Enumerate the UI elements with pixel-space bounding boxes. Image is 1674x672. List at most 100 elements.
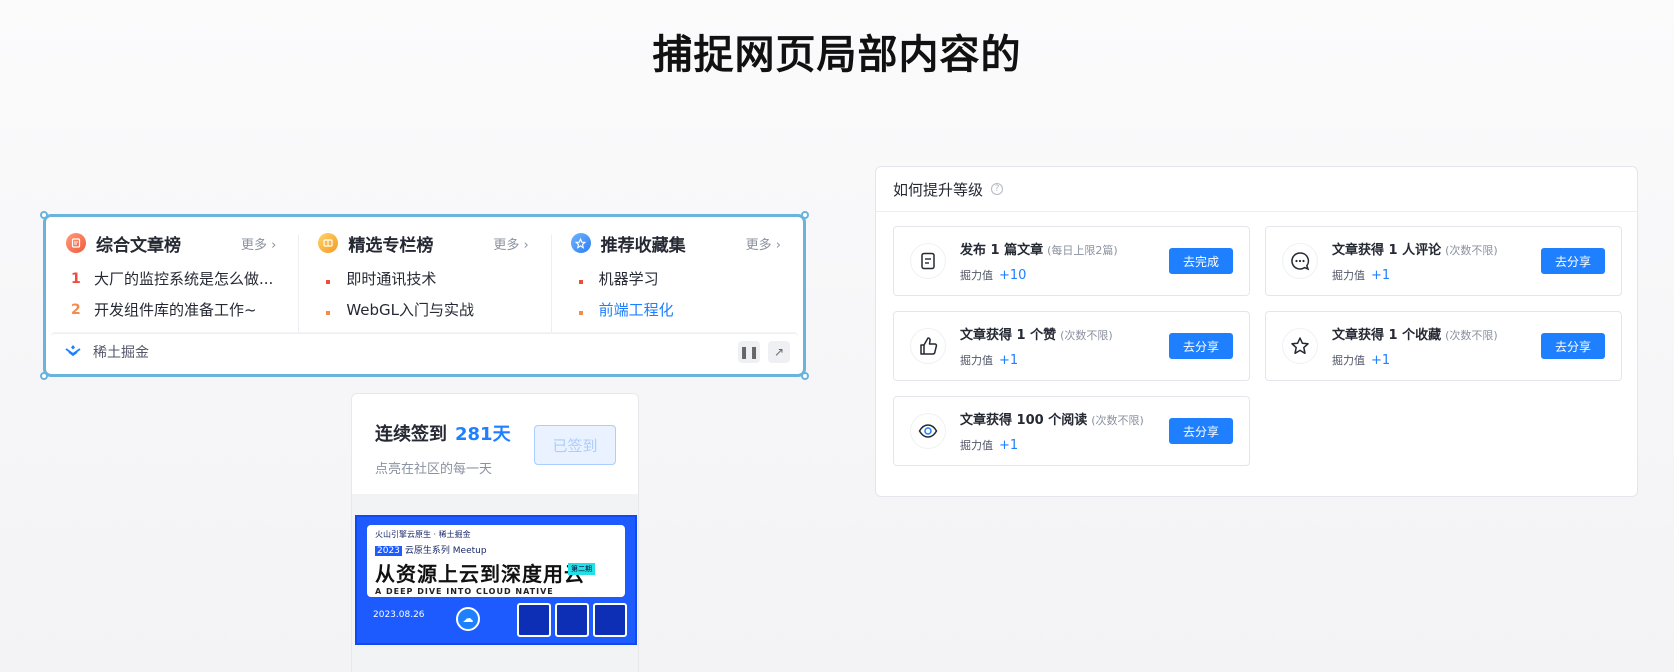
external-arrow-icon: ↗ bbox=[773, 344, 785, 359]
task-points: +10 bbox=[999, 268, 1027, 283]
task-card: 文章获得 1 人评论 (次数不限) 掘力值 +1 去分享 bbox=[1265, 226, 1622, 296]
rank-widget-selection[interactable]: 综合文章榜 更多 › 1 大厂的监控系统是怎么做... 2 开发组件库的准备工作… bbox=[40, 211, 809, 380]
level-panel-title: 如何提升等级 bbox=[893, 180, 984, 199]
rank-column-collections: 推荐收藏集 更多 › 机器学习 前端工程化 bbox=[550, 229, 803, 337]
item-title: WebGL入门与实战 bbox=[346, 301, 475, 319]
juejin-logo-icon bbox=[65, 344, 83, 359]
task-note: (每日上限2篇) bbox=[1047, 244, 1118, 257]
list-item[interactable]: 前端工程化 bbox=[571, 294, 781, 325]
level-panel: 如何提升等级 ? 发布 1 篇文章 (每日上限2篇) 掘力值 +10 去完成 文章获… bbox=[875, 166, 1638, 497]
column-title: 精选专栏榜 bbox=[348, 235, 434, 256]
cloud-icon: ☁ bbox=[456, 607, 480, 631]
rank-column-columns: 精选专栏榜 更多 › 即时通讯技术 WebGL入门与实战 bbox=[298, 229, 550, 337]
task-note: (次数不限) bbox=[1091, 414, 1144, 427]
points-label: 掘力值 bbox=[960, 439, 993, 452]
task-card: 发布 1 篇文章 (每日上限2篇) 掘力值 +10 去完成 bbox=[893, 226, 1250, 296]
page-title: 捕捉网页局部内容的 bbox=[652, 32, 1022, 78]
brand-name: 稀土掘金 bbox=[93, 344, 149, 361]
more-link[interactable]: 更多 › bbox=[746, 234, 781, 253]
task-points: +1 bbox=[999, 353, 1019, 368]
rank-column-articles: 综合文章榜 更多 › 1 大厂的监控系统是怎么做... 2 开发组件库的准备工作… bbox=[46, 229, 298, 337]
task-action-button[interactable]: 去分享 bbox=[1169, 418, 1233, 444]
points-label: 掘力值 bbox=[1332, 354, 1365, 367]
task-action-button[interactable]: 去分享 bbox=[1541, 248, 1605, 274]
item-title: 即时通讯技术 bbox=[346, 270, 437, 288]
task-card: 文章获得 1 个赞 (次数不限) 掘力值 +1 去分享 bbox=[893, 311, 1250, 381]
rank-number: 2 bbox=[71, 301, 81, 318]
task-points: +1 bbox=[1371, 353, 1391, 368]
article-rank-icon bbox=[66, 233, 86, 253]
task-note: (次数不限) bbox=[1060, 329, 1113, 342]
banner-tag: 第二期 bbox=[568, 563, 595, 575]
banner-org: 火山引擎云原生 · 稀土掘金 bbox=[375, 530, 471, 539]
signed-in-button[interactable]: 已签到 bbox=[534, 425, 616, 465]
event-banner[interactable]: 火山引擎云原生 · 稀土掘金 2023 云原生系列 Meetup 从资源上云到深度… bbox=[355, 515, 637, 645]
thumbs-up-icon bbox=[910, 328, 946, 364]
list-item[interactable]: 机器学习 bbox=[571, 263, 781, 294]
sign-in-label: 连续签到 bbox=[375, 424, 447, 445]
more-link[interactable]: 更多 › bbox=[241, 234, 276, 253]
server-illustration-icon bbox=[517, 603, 551, 637]
points-label: 掘力值 bbox=[960, 269, 993, 282]
task-action-button[interactable]: 去完成 bbox=[1169, 248, 1233, 274]
column-title: 综合文章榜 bbox=[96, 235, 181, 256]
task-note: (次数不限) bbox=[1445, 244, 1498, 257]
more-link[interactable]: 更多 › bbox=[493, 234, 528, 253]
list-item[interactable]: WebGL入门与实战 bbox=[318, 294, 528, 325]
list-item[interactable]: 即时通讯技术 bbox=[318, 263, 528, 294]
task-card: 文章获得 1 个收藏 (次数不限) 掘力值 +1 去分享 bbox=[1265, 311, 1622, 381]
column-title: 推荐收藏集 bbox=[600, 235, 686, 256]
task-points: +1 bbox=[1371, 268, 1391, 283]
comment-icon bbox=[1282, 243, 1318, 279]
banner-card: 火山引擎云原生 · 稀土掘金 2023 云原生系列 Meetup 从资源上云到深度… bbox=[367, 525, 625, 597]
points-label: 掘力值 bbox=[960, 354, 993, 367]
resize-handle-top-right[interactable] bbox=[801, 211, 809, 219]
task-title: 文章获得 1 个赞 bbox=[960, 328, 1057, 343]
widget-footer: 稀土掘金 ❚❚ ↗ bbox=[51, 333, 798, 369]
item-title: 前端工程化 bbox=[598, 301, 674, 319]
bullet-icon bbox=[318, 301, 346, 319]
document-icon bbox=[910, 243, 946, 279]
item-title: 大厂的监控系统是怎么做... bbox=[94, 270, 274, 288]
resize-handle-bottom-right[interactable] bbox=[801, 372, 809, 380]
banner-date: 2023.08.26 bbox=[373, 610, 425, 620]
task-action-button[interactable]: 去分享 bbox=[1169, 333, 1233, 359]
bullet-icon bbox=[571, 270, 599, 288]
task-title: 文章获得 100 个阅读 bbox=[960, 413, 1088, 428]
pause-button[interactable]: ❚❚ bbox=[738, 340, 760, 363]
task-title: 发布 1 篇文章 bbox=[960, 243, 1044, 258]
open-external-button[interactable]: ↗ bbox=[768, 340, 790, 363]
level-panel-header: 如何提升等级 ? bbox=[876, 167, 1637, 212]
list-item[interactable]: 1 大厂的监控系统是怎么做... bbox=[66, 263, 276, 294]
sign-in-header: 连续签到 281天 点亮在社区的每一天 已签到 bbox=[352, 394, 638, 494]
screen-illustration-icon bbox=[555, 603, 589, 637]
banner-series-name: 云原生系列 Meetup bbox=[404, 546, 487, 556]
building-illustration-icon bbox=[593, 603, 627, 637]
bullet-icon bbox=[318, 270, 346, 288]
banner-year: 2023 bbox=[375, 546, 402, 556]
list-item[interactable]: 2 开发组件库的准备工作~ bbox=[66, 294, 276, 325]
column-rank-icon bbox=[318, 233, 339, 253]
task-note: (次数不限) bbox=[1445, 329, 1498, 342]
eye-icon bbox=[910, 413, 946, 449]
pause-icon: ❚❚ bbox=[738, 344, 760, 359]
help-icon[interactable]: ? bbox=[991, 183, 1004, 195]
sign-in-days: 281天 bbox=[455, 424, 511, 445]
collection-star-icon bbox=[570, 233, 591, 253]
points-label: 掘力值 bbox=[1332, 269, 1365, 282]
task-action-button[interactable]: 去分享 bbox=[1541, 333, 1605, 359]
task-points: +1 bbox=[999, 438, 1019, 453]
item-title: 开发组件库的准备工作~ bbox=[94, 301, 257, 319]
bullet-icon bbox=[571, 301, 599, 319]
task-card: 文章获得 100 个阅读 (次数不限) 掘力值 +1 去分享 bbox=[893, 396, 1250, 466]
resize-handle-top-left[interactable] bbox=[40, 211, 48, 219]
sign-in-card: 连续签到 281天 点亮在社区的每一天 已签到 火山引擎云原生 · 稀土掘金 20… bbox=[351, 393, 639, 672]
resize-handle-bottom-left[interactable] bbox=[40, 372, 48, 380]
rank-number: 1 bbox=[71, 270, 81, 287]
task-title: 文章获得 1 个收藏 bbox=[1332, 328, 1442, 343]
task-title: 文章获得 1 人评论 bbox=[1332, 243, 1442, 258]
banner-english: A DEEP DIVE INTO CLOUD NATIVE bbox=[375, 587, 554, 596]
banner-series: 2023 云原生系列 Meetup bbox=[375, 543, 617, 556]
star-icon bbox=[1282, 328, 1318, 364]
item-title: 机器学习 bbox=[598, 270, 659, 288]
